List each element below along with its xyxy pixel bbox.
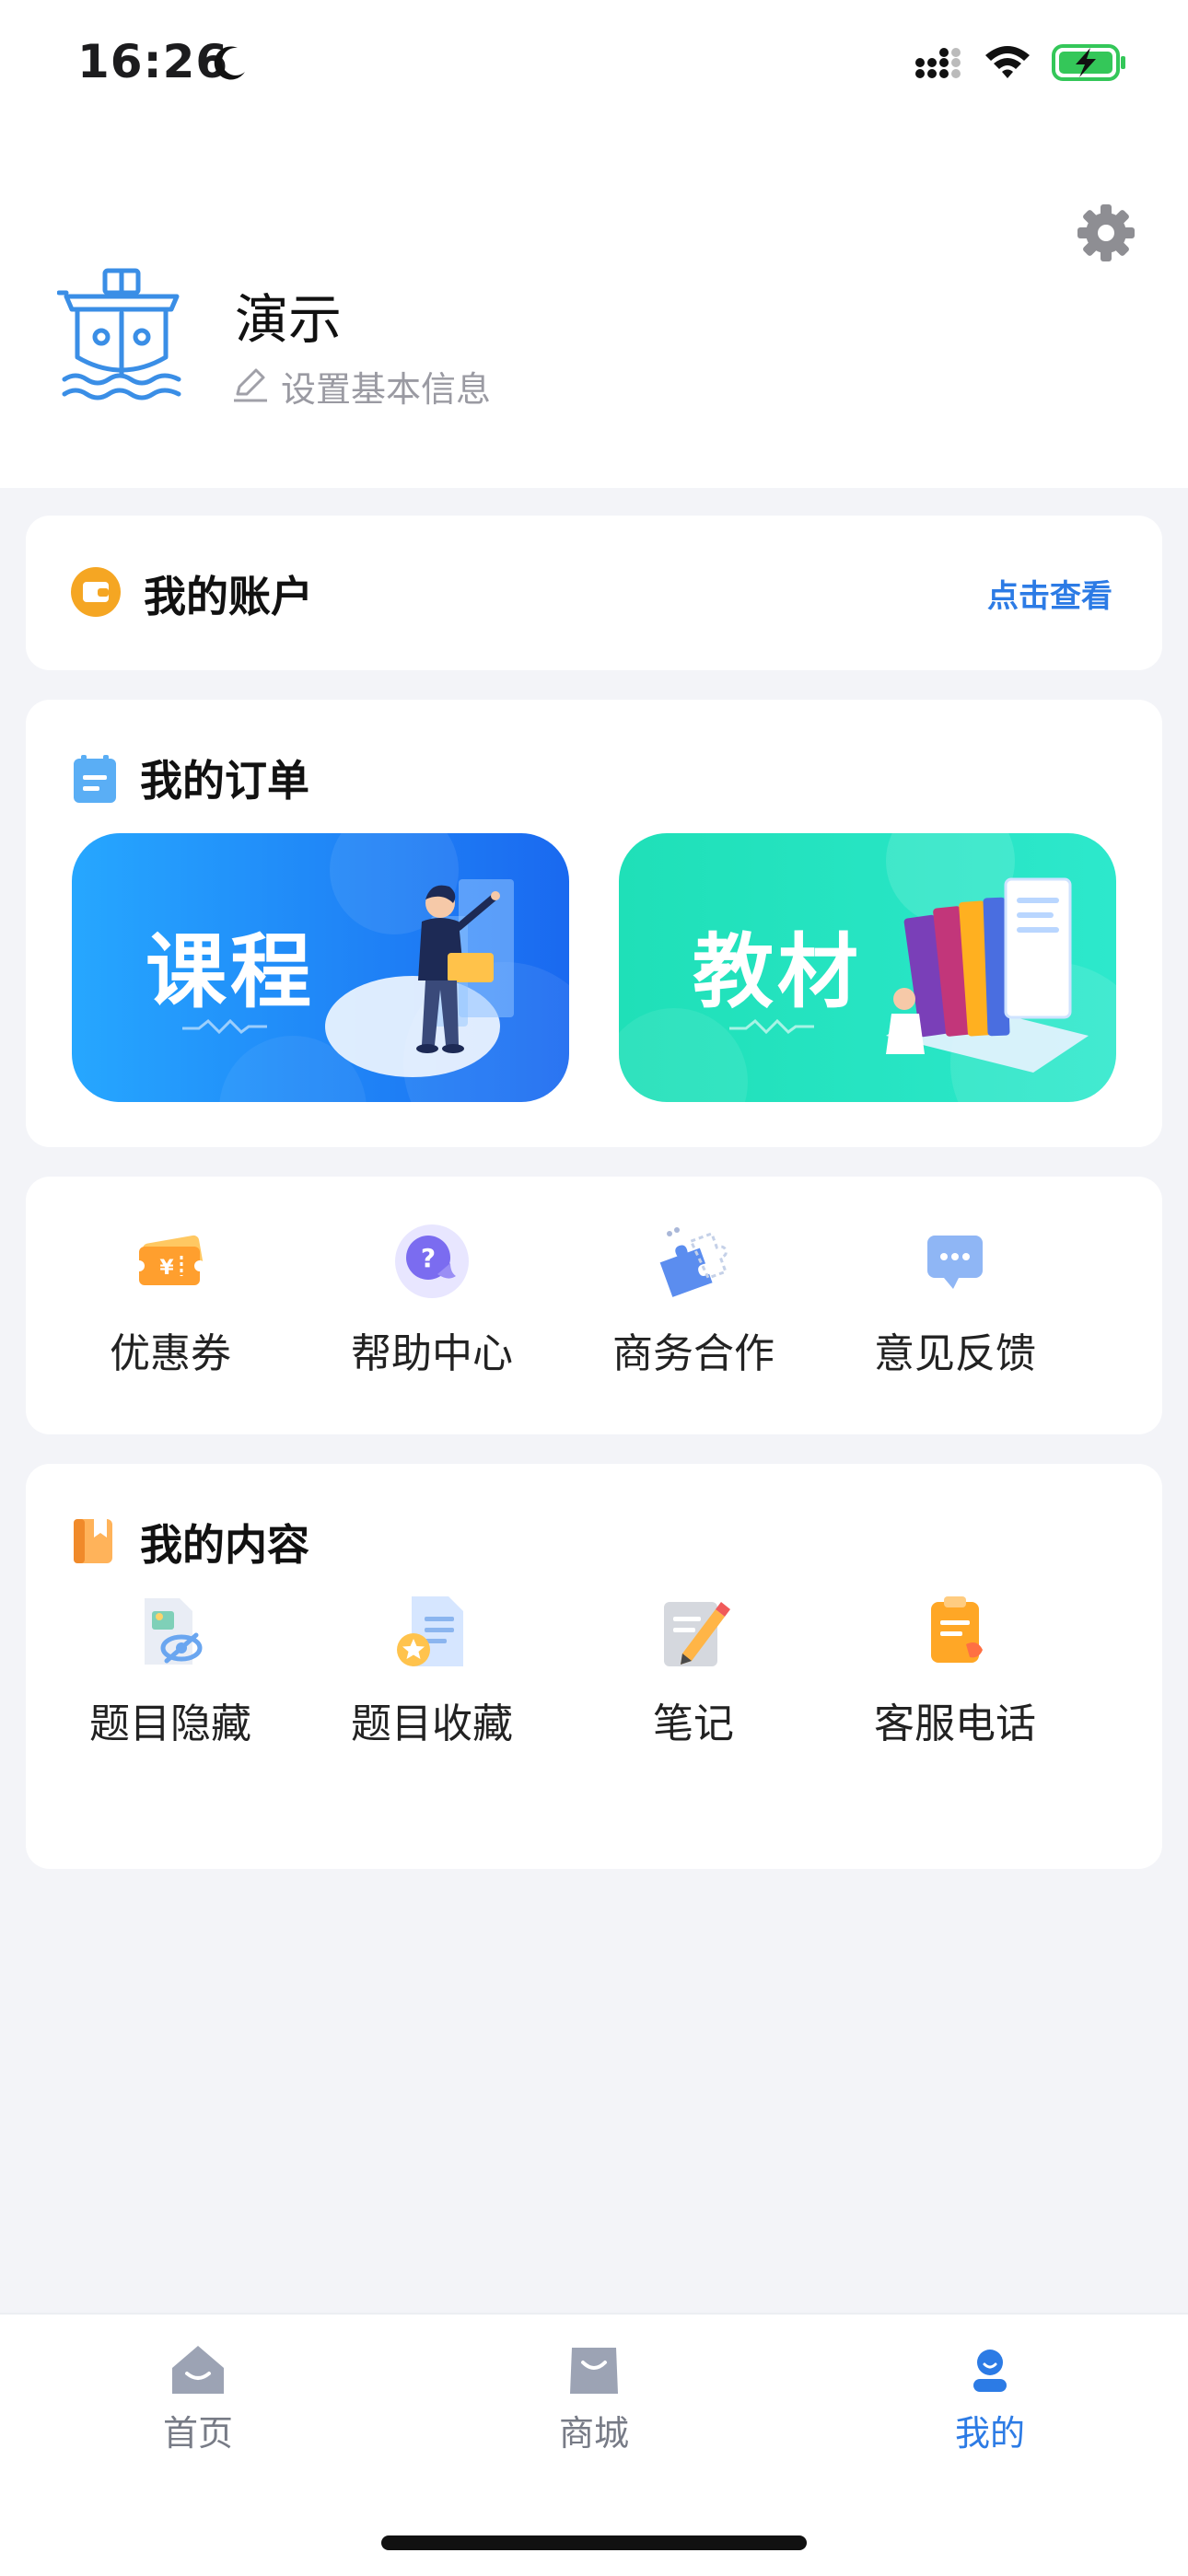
view-account-link[interactable]: 点击查看 <box>987 571 1112 616</box>
business-cooperation-label: 商务合作 <box>612 1330 775 1377</box>
tab-home-label: 首页 <box>162 2413 233 2454</box>
teacher-illustration <box>325 879 514 1077</box>
coupon-icon: ¥ <box>134 1235 205 1285</box>
my-content-title: 我的内容 <box>140 1520 309 1570</box>
hidden-questions-label: 题目隐藏 <box>89 1700 251 1747</box>
orders-card: 我的订单 课程 教材 <box>26 700 1162 1147</box>
favorite-question-icon <box>397 1596 463 1666</box>
battery-icon <box>1052 44 1125 81</box>
notes-label: 笔记 <box>653 1700 734 1747</box>
order-icon <box>74 755 116 803</box>
tab-shop-label: 商城 <box>558 2413 629 2454</box>
service-phone-icon <box>931 1596 983 1663</box>
wallet-icon <box>71 567 121 617</box>
help-icon: ? <box>395 1224 469 1298</box>
orders-title: 我的订单 <box>140 756 309 806</box>
status-bar: 16:26 <box>0 0 1188 129</box>
tab-shop[interactable]: 商城 <box>483 2342 705 2455</box>
wave-decoration <box>182 1018 267 1035</box>
svg-text:¥: ¥ <box>159 1257 174 1280</box>
status-time: 16:26 <box>77 35 229 88</box>
my-content-card: 我的内容 题目隐藏 题目收藏 笔记 客服电话 <box>26 1464 1162 1869</box>
course-orders-banner[interactable]: 课程 <box>72 833 569 1102</box>
course-banner-label: 课程 <box>146 924 316 1019</box>
wave-decoration <box>729 1018 814 1035</box>
home-icon <box>172 2346 224 2394</box>
favorite-questions-button[interactable]: 题目收藏 <box>308 1593 556 1749</box>
tab-profile-label: 我的 <box>954 2413 1025 2454</box>
hidden-question-icon <box>145 1598 203 1665</box>
edit-profile-link[interactable]: 设置基本信息 <box>281 361 491 412</box>
hidden-questions-button[interactable]: 题目隐藏 <box>46 1593 295 1749</box>
textbook-orders-banner[interactable]: 教材 <box>619 833 1116 1102</box>
profile-header: 演示 设置基本信息 <box>0 129 1188 488</box>
notes-button[interactable]: 笔记 <box>569 1593 818 1749</box>
feedback-button[interactable]: 意见反馈 <box>831 1223 1079 1379</box>
username: 演示 <box>235 288 343 351</box>
bookmark-icon <box>74 1519 112 1563</box>
edit-icon[interactable] <box>232 366 269 403</box>
help-center-label: 帮助中心 <box>351 1330 513 1377</box>
service-phone-label: 客服电话 <box>874 1700 1036 1747</box>
service-phone-button[interactable]: 客服电话 <box>831 1593 1079 1749</box>
account-card[interactable]: 我的账户 点击查看 <box>26 516 1162 670</box>
note-icon <box>664 1602 730 1666</box>
puzzle-icon <box>659 1227 728 1297</box>
account-title: 我的账户 <box>144 572 313 621</box>
coupon-label: 优惠券 <box>110 1330 231 1377</box>
feedback-label: 意见反馈 <box>874 1330 1036 1377</box>
tab-home[interactable]: 首页 <box>87 2342 309 2455</box>
feedback-icon <box>927 1236 983 1289</box>
wifi-icon <box>985 46 1030 78</box>
coupon-button[interactable]: ¥ 优惠券 <box>46 1223 295 1379</box>
shop-icon <box>570 2348 618 2394</box>
gear-icon[interactable] <box>1076 203 1136 263</box>
business-cooperation-button[interactable]: 商务合作 <box>569 1223 818 1379</box>
avatar[interactable] <box>57 265 186 403</box>
help-center-button[interactable]: ? 帮助中心 <box>308 1223 556 1379</box>
signal-icon <box>915 48 961 78</box>
svg-text:?: ? <box>421 1243 436 1273</box>
favorite-questions-label: 题目收藏 <box>351 1700 513 1747</box>
books-illustration <box>886 877 1089 1073</box>
moon-icon <box>214 46 245 80</box>
services-card: ¥ 优惠券 ? 帮助中心 商务合作 意见反馈 <box>26 1177 1162 1434</box>
textbook-banner-label: 教材 <box>693 924 863 1019</box>
home-indicator[interactable] <box>381 2535 807 2550</box>
profile-icon <box>973 2350 1007 2392</box>
tab-profile[interactable]: 我的 <box>879 2342 1101 2455</box>
